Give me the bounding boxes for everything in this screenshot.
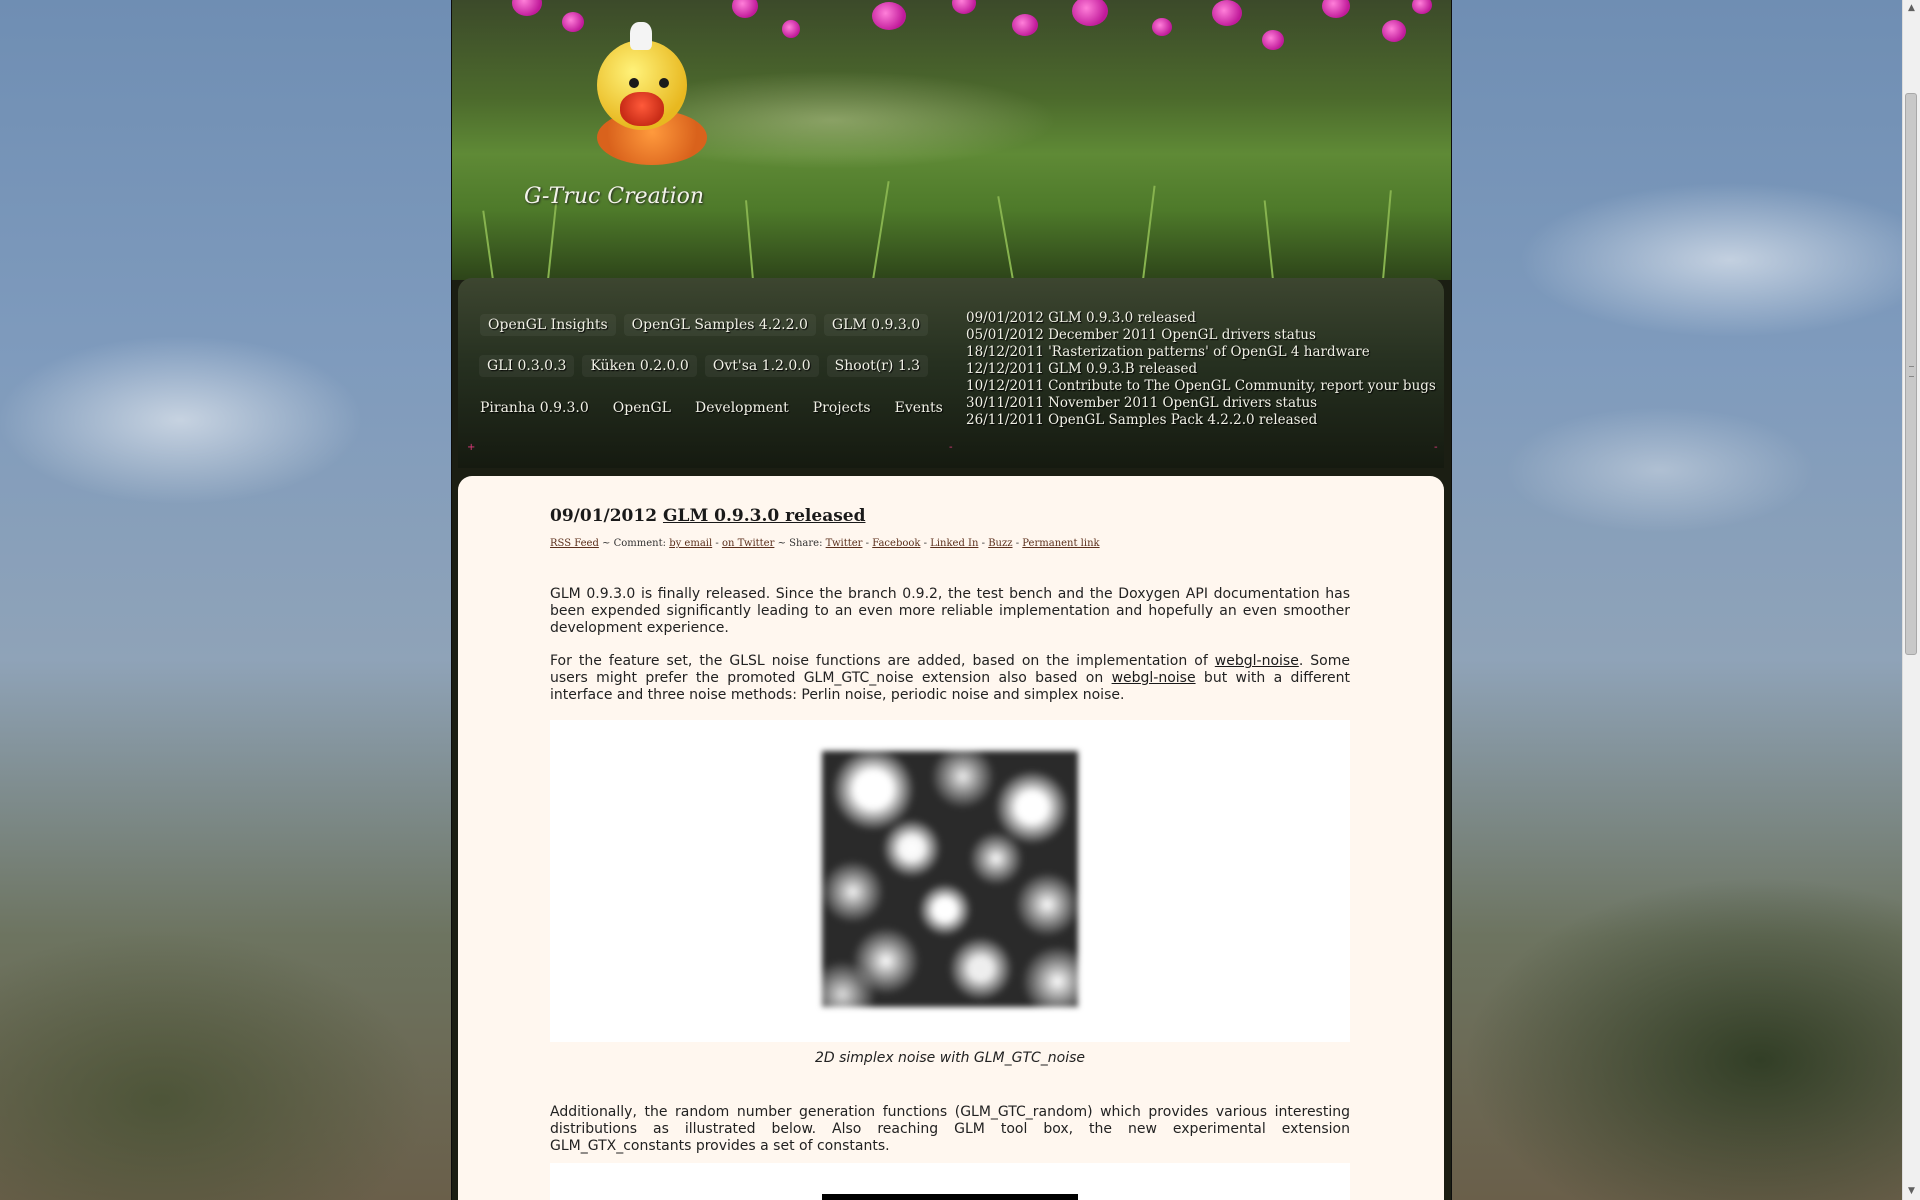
webgl-noise-link[interactable]: webgl-noise: [1112, 670, 1196, 686]
comment-email-link[interactable]: by email: [669, 538, 712, 549]
meta-separator: -: [712, 538, 722, 549]
flower: [1412, 0, 1432, 14]
flower: [872, 2, 906, 30]
webgl-noise-link[interactable]: webgl-noise: [1215, 653, 1299, 669]
figure-caption: 2D simplex noise with GLM_GTC_noise: [814, 1050, 1086, 1066]
flower: [512, 0, 542, 16]
news-item[interactable]: 18/12/2011 'Rasterization patterns' of O…: [966, 344, 1436, 361]
share-buzz-link[interactable]: Buzz: [988, 538, 1012, 549]
post-date: 09/01/2012: [550, 506, 658, 526]
share-facebook-link[interactable]: Facebook: [872, 538, 920, 549]
scrollbar-thumb[interactable]: [1905, 93, 1917, 655]
rss-feed-link[interactable]: RSS Feed: [550, 538, 599, 549]
random-distribution-image: [822, 1194, 1078, 1200]
flower: [1322, 0, 1350, 18]
flower: [952, 0, 976, 14]
header-banner: G-Truc Creation: [452, 0, 1451, 280]
page-column: G-Truc Creation OpenGL Insights OpenGL S…: [451, 0, 1452, 1200]
post-title-link[interactable]: GLM 0.9.3.0 released: [663, 506, 866, 526]
grip-icon: [1909, 366, 1914, 377]
grass-blade: [997, 196, 1014, 280]
nav-link-glm[interactable]: GLM 0.9.3.0: [823, 314, 929, 336]
nav-link-development[interactable]: Development: [695, 400, 789, 416]
nav-link-opengl-insights[interactable]: OpenGL Insights: [480, 314, 616, 336]
flower: [1382, 20, 1406, 42]
grass-blade: [872, 181, 890, 280]
flower: [1212, 0, 1242, 26]
meta-separator: -: [1012, 538, 1023, 549]
flower: [1072, 0, 1108, 26]
permanent-link[interactable]: Permanent link: [1022, 538, 1099, 549]
grass-blade: [1142, 185, 1156, 280]
meta-separator: ~ Share:: [774, 538, 826, 549]
news-item[interactable]: 05/01/2012 December 2011 OpenGL drivers …: [966, 327, 1436, 344]
nav-link-opengl[interactable]: OpenGL: [613, 400, 671, 416]
nav-link-ovtsa[interactable]: Ovt'sa 1.2.0.0: [704, 355, 819, 377]
dash-icon[interactable]: -: [949, 442, 953, 453]
paragraph-text: For the feature set, the GLSL noise func…: [550, 653, 1215, 669]
flower: [732, 0, 758, 18]
grass-blade: [1263, 200, 1274, 280]
flower: [782, 20, 800, 38]
figure-random-distribution: [550, 1163, 1350, 1200]
comment-twitter-link[interactable]: on Twitter: [722, 538, 774, 549]
nav-link-opengl-samples[interactable]: OpenGL Samples 4.2.2.0: [623, 314, 816, 336]
vertical-scrollbar[interactable]: ▲ ▼: [1902, 0, 1920, 1200]
nav-link-piranha[interactable]: Piranha 0.9.3.0: [480, 400, 589, 416]
site-logo[interactable]: G-Truc Creation: [524, 184, 704, 209]
news-item[interactable]: 10/12/2011 Contribute to The OpenGL Comm…: [966, 378, 1436, 395]
post-meta: RSS Feed ~ Comment: by email - on Twitte…: [550, 538, 1350, 549]
nav-link-projects[interactable]: Projects: [813, 400, 871, 416]
post-paragraph-2: For the feature set, the GLSL noise func…: [550, 653, 1350, 704]
news-item[interactable]: 09/01/2012 GLM 0.9.3.0 released: [966, 310, 1436, 327]
meta-separator: -: [862, 538, 873, 549]
post-paragraph-1: GLM 0.9.3.0 is finally released. Since t…: [550, 586, 1350, 636]
post-paragraph-3: Additionally, the random number generati…: [550, 1104, 1350, 1154]
meta-separator: -: [920, 538, 931, 549]
news-item[interactable]: 30/11/2011 November 2011 OpenGL drivers …: [966, 395, 1436, 412]
news-list: 09/01/2012 GLM 0.9.3.0 released 05/01/20…: [966, 310, 1436, 429]
nav-link-gli[interactable]: GLI 0.3.0.3: [479, 355, 575, 377]
duck-eye: [629, 78, 639, 88]
nav-row-3: Piranha 0.9.3.0 OpenGL Development Proje…: [480, 400, 967, 416]
share-linkedin-link[interactable]: Linked In: [930, 538, 978, 549]
nav-row-2: GLI 0.3.0.3 Küken 0.2.0.0 Ovt'sa 1.2.0.0…: [479, 355, 936, 377]
scroll-up-arrow-icon[interactable]: ▲: [1903, 0, 1920, 17]
meta-separator: -: [978, 538, 989, 549]
post: 09/01/2012 GLM 0.9.3.0 released RSS Feed…: [550, 506, 1350, 1200]
duck-tuft: [630, 22, 652, 50]
meta-separator: ~ Comment:: [598, 538, 670, 549]
grass-blade: [1382, 190, 1392, 280]
duck-beak: [620, 92, 664, 126]
news-item[interactable]: 26/11/2011 OpenGL Samples Pack 4.2.2.0 r…: [966, 412, 1436, 429]
nav-row-1: OpenGL Insights OpenGL Samples 4.2.2.0 G…: [480, 314, 936, 336]
share-twitter-link[interactable]: Twitter: [826, 538, 863, 549]
flower: [562, 12, 584, 32]
news-item[interactable]: 12/12/2011 GLM 0.9.3.B released: [966, 361, 1436, 378]
grass-blade: [482, 210, 494, 280]
figure-simplex-noise: [550, 720, 1350, 1042]
flower: [1012, 14, 1038, 36]
nav-link-kuken[interactable]: Küken 0.2.0.0: [582, 355, 697, 377]
post-title: 09/01/2012 GLM 0.9.3.0 released: [550, 506, 1350, 526]
simplex-noise-image: [822, 751, 1078, 1007]
flower: [1262, 30, 1284, 50]
scroll-down-arrow-icon[interactable]: ▼: [1903, 1183, 1920, 1200]
dash-icon[interactable]: -: [1434, 442, 1438, 453]
nav-link-events[interactable]: Events: [895, 400, 943, 416]
plus-icon[interactable]: +: [467, 442, 475, 453]
grass-blade: [745, 200, 754, 280]
duck-eye: [659, 78, 669, 88]
nav-panel: OpenGL Insights OpenGL Samples 4.2.2.0 G…: [458, 278, 1444, 468]
nav-link-shootr[interactable]: Shoot(r) 1.3: [826, 355, 929, 377]
content-area: 09/01/2012 GLM 0.9.3.0 released RSS Feed…: [458, 476, 1444, 1200]
flower: [1152, 18, 1172, 36]
